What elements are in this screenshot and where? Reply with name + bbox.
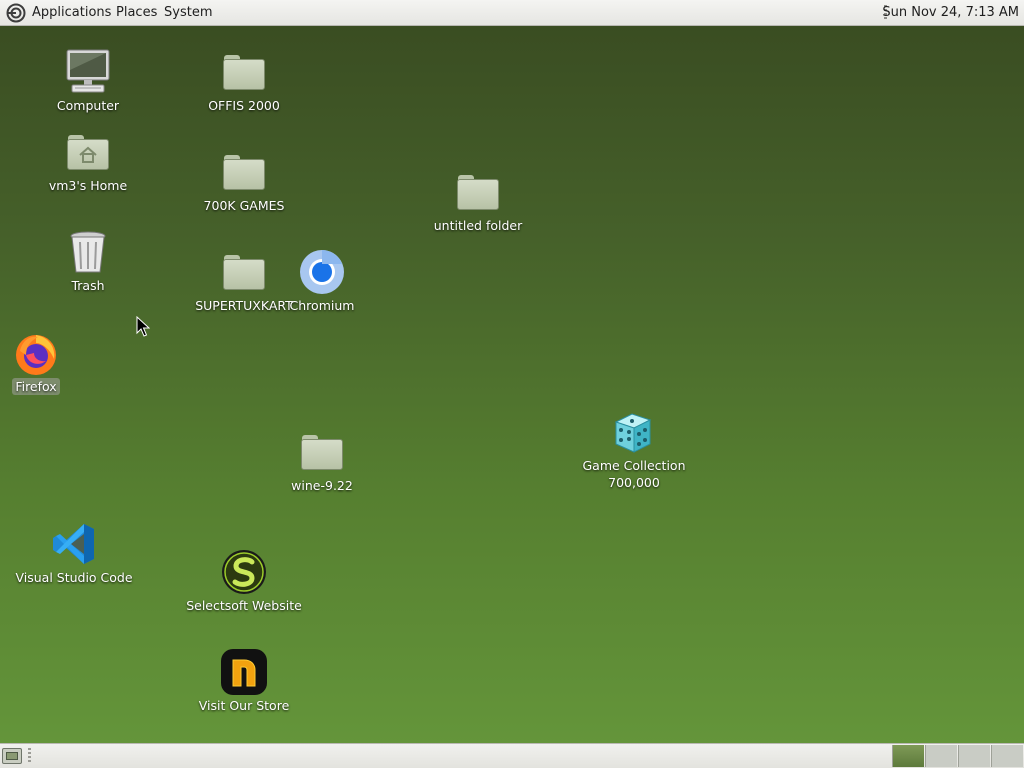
desktop-icon-label: Trash xyxy=(71,278,105,293)
desktop-icon-label: SUPERTUXKART xyxy=(195,298,293,313)
chromium-icon xyxy=(300,250,344,294)
panel-drag-handle[interactable] xyxy=(28,748,31,764)
workspace-4[interactable] xyxy=(991,745,1023,767)
bottom-panel xyxy=(0,743,1024,768)
desktop-icon-game-collection[interactable]: Game Collection 700,000 xyxy=(579,408,689,491)
desktop-icon-label: OFFIS 2000 xyxy=(208,98,280,113)
trash-icon xyxy=(70,231,106,273)
show-desktop-icon[interactable] xyxy=(2,748,22,764)
desktop-icon-label: vm3's Home xyxy=(48,178,128,193)
system-menu[interactable]: System xyxy=(164,0,212,26)
desktop-icon-chromium[interactable]: Chromium xyxy=(282,248,362,314)
desktop-icon-untitled-folder[interactable]: untitled folder xyxy=(428,168,528,234)
folder-icon xyxy=(220,248,268,296)
selectsoft-icon xyxy=(222,550,266,594)
desktop-icon-label: Visual Studio Code xyxy=(15,570,133,585)
desktop-icon-supertuxkart[interactable]: SUPERTUXKART xyxy=(194,248,294,314)
folder-icon xyxy=(454,168,502,216)
desktop-icon-label: 700K GAMES xyxy=(203,198,285,213)
desktop-icon-firefox[interactable]: Firefox xyxy=(0,329,76,395)
desktop-icon-label: Visit Our Store xyxy=(198,698,290,713)
desktop-icon-home[interactable]: vm3's Home xyxy=(43,128,133,194)
top-panel: Applications Places System Sun Nov 24, 7… xyxy=(0,0,1024,26)
home-folder-icon xyxy=(64,128,112,176)
folder-icon xyxy=(298,428,346,476)
desktop-icon-store[interactable]: Visit Our Store xyxy=(189,648,299,714)
desktop-icon-label: wine-9.22 xyxy=(291,478,353,493)
vscode-icon xyxy=(53,524,94,564)
desktop-icon-selectsoft[interactable]: Selectsoft Website xyxy=(184,548,304,614)
desktop-icon-trash[interactable]: Trash xyxy=(48,228,128,294)
desktop-icon-label: Firefox xyxy=(12,378,60,395)
desktop-icon-label: Computer xyxy=(56,98,120,113)
workspace-2[interactable] xyxy=(925,745,957,767)
firefox-icon xyxy=(16,335,56,375)
distro-logo-icon[interactable] xyxy=(6,3,26,23)
desktop-icon-700k-games[interactable]: 700K GAMES xyxy=(199,148,289,214)
desktop-icon-offis-2000[interactable]: OFFIS 2000 xyxy=(199,48,289,114)
places-menu[interactable]: Places xyxy=(116,0,157,26)
dice-icon xyxy=(614,413,652,453)
desktop-icon-wine[interactable]: wine-9.22 xyxy=(282,428,362,494)
clock[interactable]: Sun Nov 24, 7:13 AM xyxy=(882,0,1019,26)
workspace-1[interactable] xyxy=(892,745,924,767)
desktop-icon-label: Chromium xyxy=(289,298,355,313)
desktop-icon-computer[interactable]: Computer xyxy=(48,48,128,114)
workspace-3[interactable] xyxy=(958,745,990,767)
desktop-icon-label: untitled folder xyxy=(433,218,523,233)
store-icon xyxy=(221,649,267,695)
mouse-pointer-icon xyxy=(136,316,150,337)
desktop-icon-label: Game Collection 700,000 xyxy=(582,458,686,490)
desktop[interactable]: Computer vm3's Home Trash Firefox Visual… xyxy=(0,26,1024,743)
folder-icon xyxy=(220,148,268,196)
desktop-icon-label: Selectsoft Website xyxy=(186,598,302,613)
desktop-icon-vscode[interactable]: Visual Studio Code xyxy=(14,520,134,586)
computer-icon xyxy=(66,49,110,93)
folder-icon xyxy=(220,48,268,96)
applications-menu[interactable]: Applications xyxy=(32,0,111,26)
